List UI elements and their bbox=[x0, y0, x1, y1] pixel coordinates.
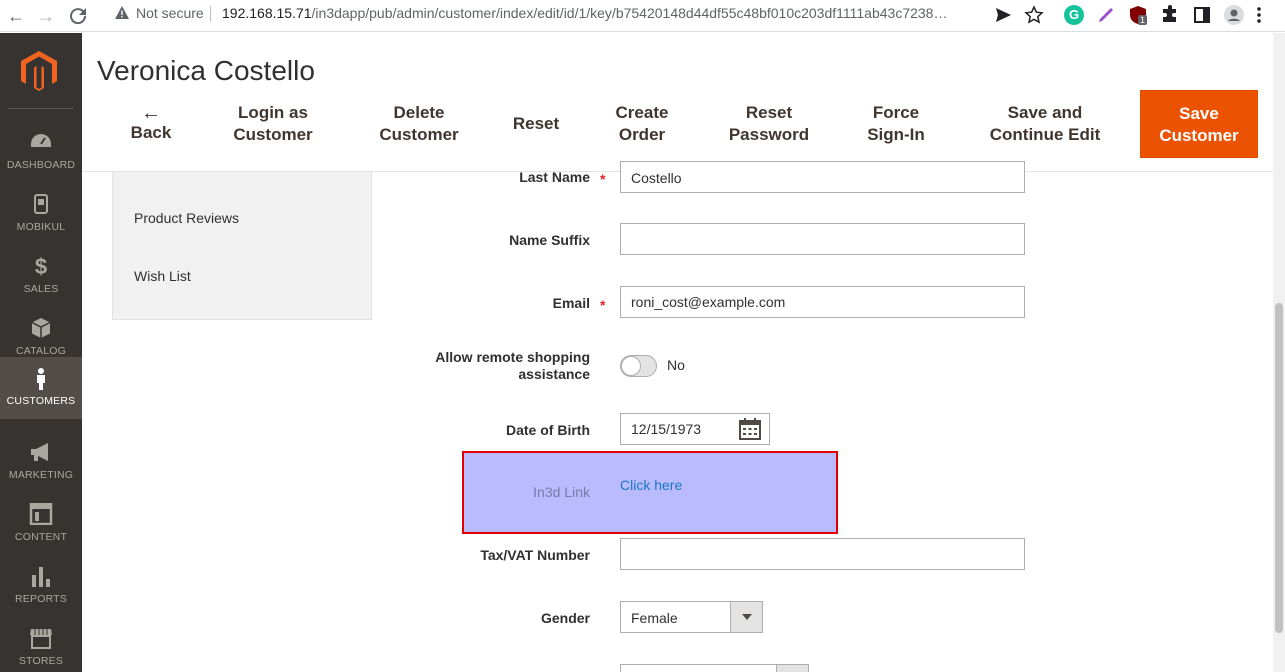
toolbar-overlay bbox=[82, 86, 1285, 172]
warning-icon bbox=[114, 5, 130, 21]
browser-menu-icon[interactable] bbox=[1256, 5, 1262, 25]
sidebar-item-label: CUSTOMERS bbox=[6, 395, 76, 407]
send-icon[interactable] bbox=[993, 5, 1013, 25]
gender-label: Gender bbox=[540, 610, 590, 626]
box-icon bbox=[29, 317, 53, 341]
sidebar-item-stores[interactable]: STORES bbox=[0, 617, 82, 672]
label-line: assistance bbox=[518, 366, 590, 382]
remote-assistance-label: Allow remote shopping assistance bbox=[290, 349, 590, 383]
sidebar-item-customers[interactable]: CUSTOMERS bbox=[0, 357, 82, 419]
browser-toolbar: ← → Not secure 192.168.15.71/in3dapp/pub… bbox=[0, 0, 1285, 32]
tax-vat-field[interactable] bbox=[620, 538, 1025, 570]
chevron-down-icon bbox=[776, 665, 808, 672]
email-field[interactable]: roni_cost@example.com bbox=[620, 286, 1025, 318]
sidebar-item-label: STORES bbox=[18, 655, 64, 667]
remote-assistance-toggle[interactable] bbox=[620, 355, 657, 377]
sidebar-divider bbox=[8, 108, 74, 109]
url-host: 192.168.15.71 bbox=[222, 5, 312, 21]
required-marker: * bbox=[600, 297, 606, 313]
calendar-icon[interactable] bbox=[738, 417, 762, 441]
sidebar-item-label: CATALOG bbox=[15, 345, 67, 357]
store-icon bbox=[29, 627, 53, 651]
security-status[interactable]: Not secure bbox=[136, 5, 204, 21]
profile-icon[interactable] bbox=[1224, 5, 1244, 25]
in3d-click-here-link[interactable]: Click here bbox=[620, 477, 682, 493]
sidebar-item-label: MARKETING bbox=[8, 469, 74, 481]
in3d-link-label: In3d Link bbox=[533, 484, 590, 500]
sidebar-item-label: SALES bbox=[23, 283, 59, 295]
sidebar-item-reports[interactable]: REPORTS bbox=[0, 555, 82, 617]
extensions-puzzle-icon[interactable] bbox=[1160, 5, 1180, 25]
page-scrollbar[interactable] bbox=[1273, 33, 1285, 672]
dollar-icon: $ bbox=[34, 254, 48, 279]
sidebar-item-mobikul[interactable]: MOBIKUL bbox=[0, 183, 82, 245]
megaphone-icon bbox=[29, 441, 53, 465]
sidebar-item-label: DASHBOARD bbox=[6, 159, 76, 171]
scrollbar-thumb[interactable] bbox=[1275, 303, 1283, 633]
sidebar-item-dashboard[interactable]: DASHBOARD bbox=[0, 121, 82, 183]
browser-back-icon[interactable]: ← bbox=[4, 4, 28, 28]
ublock-icon[interactable]: 1 bbox=[1128, 5, 1148, 25]
required-marker: * bbox=[600, 171, 606, 187]
omnibox-divider bbox=[210, 6, 211, 22]
toggle-state-label: No bbox=[667, 357, 685, 373]
dob-label: Date of Birth bbox=[506, 422, 590, 438]
tax-vat-label: Tax/VAT Number bbox=[480, 547, 590, 563]
page-title: Veronica Costello bbox=[97, 55, 315, 86]
bookmark-star-icon[interactable] bbox=[1024, 5, 1044, 25]
url-path: /in3dapp/pub/admin/customer/index/edit/i… bbox=[311, 5, 948, 21]
chevron-down-icon bbox=[730, 602, 762, 632]
sidebar-item-marketing[interactable]: MARKETING bbox=[0, 431, 82, 493]
name-suffix-field[interactable] bbox=[620, 223, 1025, 255]
sidebar-item-label: MOBIKUL bbox=[16, 221, 66, 233]
tab-product-reviews[interactable]: Product Reviews bbox=[134, 210, 239, 226]
magento-logo-icon[interactable] bbox=[21, 51, 57, 91]
name-suffix-label: Name Suffix bbox=[509, 232, 590, 248]
grammarly-icon[interactable]: G bbox=[1064, 5, 1084, 25]
dashboard-icon bbox=[29, 131, 53, 155]
toggle-knob bbox=[621, 356, 641, 376]
address-bar[interactable]: Not secure 192.168.15.71/in3dapp/pub/adm… bbox=[102, 0, 1052, 28]
url-text[interactable]: 192.168.15.71/in3dapp/pub/admin/customer… bbox=[222, 5, 947, 21]
sidebar-item-content[interactable]: CONTENT bbox=[0, 493, 82, 555]
gender-select[interactable]: Female bbox=[620, 601, 763, 633]
next-select[interactable] bbox=[620, 664, 809, 672]
pen-extension-icon[interactable] bbox=[1096, 5, 1116, 25]
admin-sidebar: DASHBOARD MOBIKUL $ SALES CATALOG CUSTOM… bbox=[0, 33, 82, 672]
tab-wish-list[interactable]: Wish List bbox=[134, 268, 191, 284]
sidepanel-icon[interactable] bbox=[1192, 5, 1212, 25]
extension-badge: 1 bbox=[1138, 15, 1148, 25]
person-icon bbox=[29, 367, 53, 391]
mobikul-icon bbox=[29, 193, 53, 217]
email-label: Email bbox=[552, 295, 590, 311]
bar-chart-icon bbox=[29, 565, 53, 589]
gender-selected-value: Female bbox=[631, 610, 678, 626]
layout-icon bbox=[29, 502, 53, 527]
sidebar-item-label: CONTENT bbox=[14, 531, 68, 543]
sidebar-item-sales[interactable]: $ SALES bbox=[0, 245, 82, 307]
sidebar-item-label: REPORTS bbox=[15, 593, 67, 605]
label-line: Allow remote shopping bbox=[435, 349, 590, 365]
browser-forward-icon[interactable]: → bbox=[34, 4, 58, 28]
reload-icon[interactable] bbox=[66, 4, 90, 28]
